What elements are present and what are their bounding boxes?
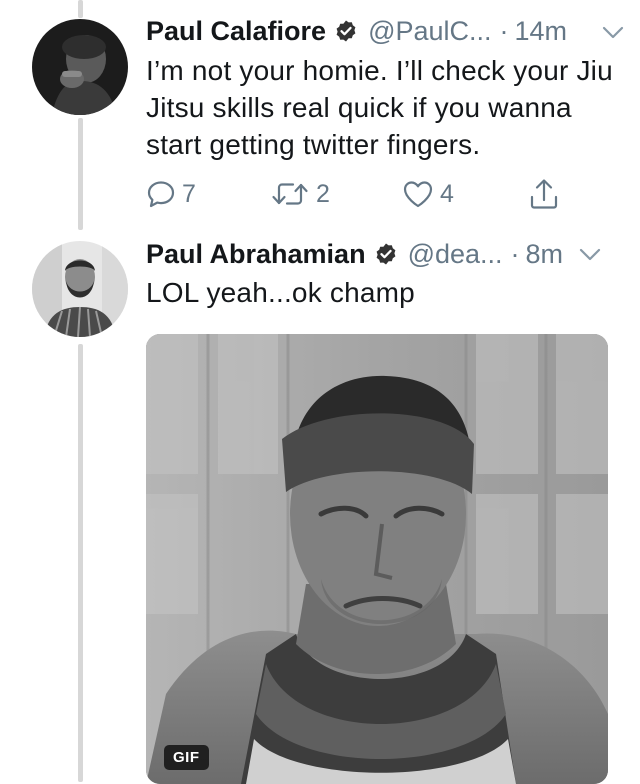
verified-icon [376, 243, 395, 265]
reply-count: 7 [182, 179, 196, 208]
separator-dot: · [510, 238, 520, 269]
like-button[interactable]: 4 [402, 174, 454, 214]
thread-line-middle [78, 118, 83, 230]
caret-down-icon[interactable] [577, 241, 603, 267]
thread-line-bottom [78, 344, 83, 782]
tweet-header: Paul Calafiore @PaulC... · 14m [146, 11, 567, 51]
gif-media[interactable]: GIF [146, 334, 608, 784]
tweet-text: LOL yeah...ok champ [146, 277, 415, 308]
user-handle[interactable]: @dea... [408, 239, 503, 270]
gif-badge: GIF [164, 745, 209, 770]
verified-icon [336, 20, 356, 42]
like-icon [403, 181, 433, 208]
like-count: 4 [440, 179, 454, 208]
tweet-text: I’m not your homie. I’ll check your Jiu … [146, 55, 613, 160]
display-name[interactable]: Paul Calafiore [146, 16, 326, 47]
reply-button[interactable]: 7 [146, 174, 196, 214]
share-button[interactable] [528, 174, 560, 214]
tweet-header: Paul Abrahamian @dea... · 8m [146, 234, 603, 274]
timestamp[interactable]: 8m [526, 239, 564, 270]
gif-image [146, 334, 608, 784]
avatar[interactable] [32, 241, 128, 337]
separator-dot: · [499, 15, 509, 46]
display-name[interactable]: Paul Abrahamian [146, 239, 366, 270]
caret-down-icon[interactable] [600, 19, 626, 45]
share-icon [530, 179, 558, 209]
retweet-count: 2 [316, 179, 330, 208]
avatar[interactable] [32, 19, 128, 115]
user-handle[interactable]: @PaulC... [368, 16, 491, 47]
reply-icon [147, 181, 175, 208]
timestamp[interactable]: 14m [515, 16, 568, 47]
retweet-button[interactable]: 2 [270, 174, 330, 214]
thread-line-top [78, 0, 83, 18]
retweet-icon [272, 183, 308, 205]
tweet-actions: 7 2 4 [146, 174, 576, 214]
